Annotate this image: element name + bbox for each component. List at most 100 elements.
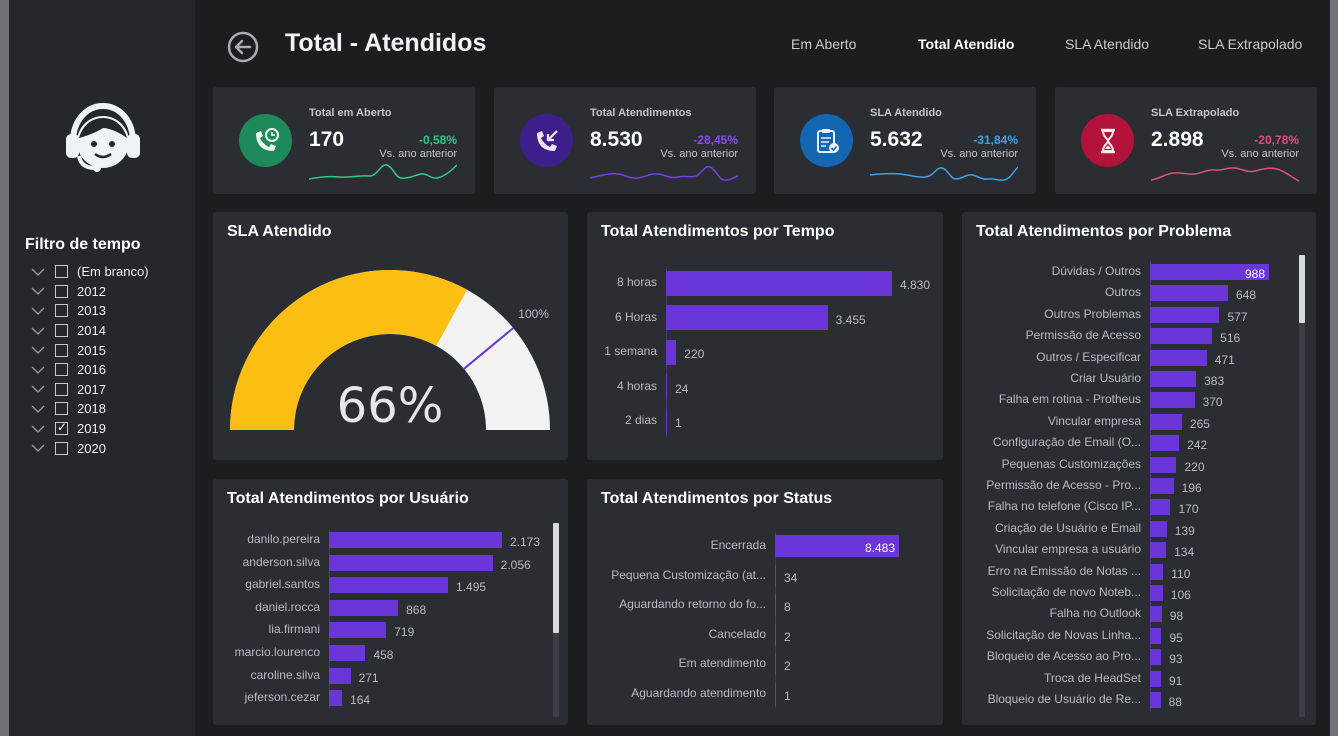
bar[interactable] [1150, 371, 1197, 387]
chevron-down-icon[interactable] [31, 305, 45, 317]
filter-checkbox[interactable] [55, 402, 68, 416]
bar[interactable] [775, 623, 776, 646]
tab-em-aberto[interactable]: Em Aberto [791, 36, 856, 52]
filter-item[interactable]: (Em branco) [31, 262, 149, 282]
scrollbar[interactable] [1299, 255, 1305, 717]
filter-item[interactable]: 2013 [31, 301, 149, 321]
chevron-down-icon[interactable] [31, 403, 45, 415]
bar[interactable] [1150, 606, 1162, 623]
chevron-down-icon[interactable] [31, 442, 45, 454]
filter-checkbox[interactable] [55, 265, 68, 279]
bar-category-label: Permissão de Acesso [1025, 328, 1141, 343]
bar[interactable] [1150, 520, 1167, 537]
bar-category-label: anderson.silva [242, 554, 320, 569]
bar[interactable] [666, 305, 828, 330]
bar[interactable] [1150, 670, 1161, 687]
bar[interactable] [329, 577, 449, 594]
filter-item[interactable]: 2012 [31, 282, 149, 302]
chevron-down-icon[interactable] [31, 325, 45, 337]
filter-item[interactable]: 2018 [31, 399, 149, 419]
bar-value-label: 196 [1181, 481, 1202, 495]
bar[interactable] [329, 599, 399, 616]
filter-item[interactable]: 2017 [31, 380, 149, 400]
tab-sla-extrapolado[interactable]: SLA Extrapolado [1198, 36, 1302, 52]
bar[interactable] [666, 339, 677, 365]
bar[interactable] [1150, 285, 1229, 302]
kpi-label: SLA Extrapolado [1151, 107, 1240, 119]
chevron-down-icon[interactable] [31, 344, 45, 356]
kpi-icon-bg [1081, 114, 1134, 167]
bar[interactable] [1150, 499, 1171, 516]
bar-value-label: 170 [1178, 502, 1199, 517]
bar[interactable] [1150, 328, 1213, 345]
bar[interactable] [329, 622, 387, 639]
kpi-sparkline [309, 164, 457, 180]
filter-item[interactable]: 2020 [31, 438, 149, 458]
filter-item[interactable]: 2015 [31, 340, 149, 360]
bar[interactable] [1150, 649, 1162, 666]
bar-category-label: Aguardando retorno do fo... [619, 597, 766, 611]
filter-checkbox[interactable] [55, 284, 68, 298]
bar[interactable] [1150, 349, 1207, 366]
chevron-down-icon[interactable] [31, 364, 45, 376]
scrollbar-thumb[interactable] [1299, 255, 1305, 323]
back-arrow-icon[interactable] [227, 31, 259, 63]
bar[interactable] [1150, 627, 1162, 644]
bar[interactable] [666, 270, 892, 296]
bar[interactable] [666, 408, 667, 434]
bar[interactable] [1150, 306, 1220, 323]
filter-checkbox[interactable] [55, 304, 68, 318]
bar[interactable] [329, 690, 343, 707]
filter-checkbox[interactable] [55, 343, 68, 357]
chevron-down-icon[interactable] [31, 266, 45, 278]
chevron-down-icon[interactable] [31, 423, 45, 435]
bar[interactable] [1150, 456, 1177, 473]
bar[interactable] [329, 645, 366, 661]
bar[interactable] [329, 554, 493, 571]
bar[interactable] [775, 564, 776, 587]
bar[interactable] [1150, 563, 1164, 580]
bar-value-label: 648 [1236, 288, 1257, 303]
scrollbar[interactable] [553, 523, 559, 717]
filter-checkbox[interactable] [55, 420, 68, 436]
chevron-down-icon[interactable] [31, 285, 45, 297]
bar[interactable] [666, 374, 668, 399]
chevron-down-icon[interactable] [31, 383, 45, 395]
card-title: Total Atendimentos por Problema [976, 223, 1232, 240]
bar[interactable] [775, 594, 776, 616]
filter-item[interactable]: 2019 [31, 419, 149, 439]
bar[interactable] [1150, 542, 1167, 559]
bar-value-label: 2 [784, 629, 791, 644]
bar-category-label: Outros Problemas [1044, 306, 1141, 321]
kpi-card-total-atendimentos: Total Atendimentos 8.530 -28,45% Vs. ano… [494, 87, 756, 194]
kpi-label: SLA Atendido [870, 107, 942, 119]
bar-category-label: Configuração de Email (O... [992, 435, 1141, 450]
bar[interactable] [775, 682, 776, 705]
bar[interactable] [329, 667, 351, 684]
bar[interactable] [329, 532, 502, 548]
filter-checkbox[interactable] [55, 441, 68, 455]
bar[interactable] [775, 653, 776, 675]
filter-item[interactable]: 2016 [31, 360, 149, 380]
scrollbar-thumb[interactable] [553, 523, 559, 633]
bar[interactable] [1150, 692, 1161, 708]
bar-category-label: Bloqueio de Usuário de Re... [987, 692, 1141, 706]
bar[interactable] [1150, 413, 1182, 430]
bar[interactable] [1150, 585, 1163, 601]
bar-value-label: 370 [1202, 395, 1223, 410]
tab-total-atendido[interactable]: Total Atendido [918, 36, 1014, 52]
bar[interactable] [1150, 435, 1180, 452]
main-area: Total - Atendidos Em Aberto Total Atendi… [195, 0, 1330, 736]
filter-checkbox[interactable] [55, 363, 68, 377]
bar-category-label: marcio.lourenco [234, 645, 320, 659]
filter-label: 2014 [77, 323, 106, 339]
filter-label: 2013 [77, 303, 106, 319]
bar-category-label: Cancelado [708, 626, 766, 641]
filter-checkbox[interactable] [55, 382, 68, 396]
card-title: Total Atendimentos por Usuário [227, 490, 469, 507]
bar[interactable] [1150, 478, 1174, 494]
filter-checkbox[interactable] [55, 324, 68, 338]
filter-item[interactable]: 2014 [31, 321, 149, 341]
tab-sla-atendido[interactable]: SLA Atendido [1065, 36, 1149, 52]
bar[interactable] [1150, 392, 1195, 409]
